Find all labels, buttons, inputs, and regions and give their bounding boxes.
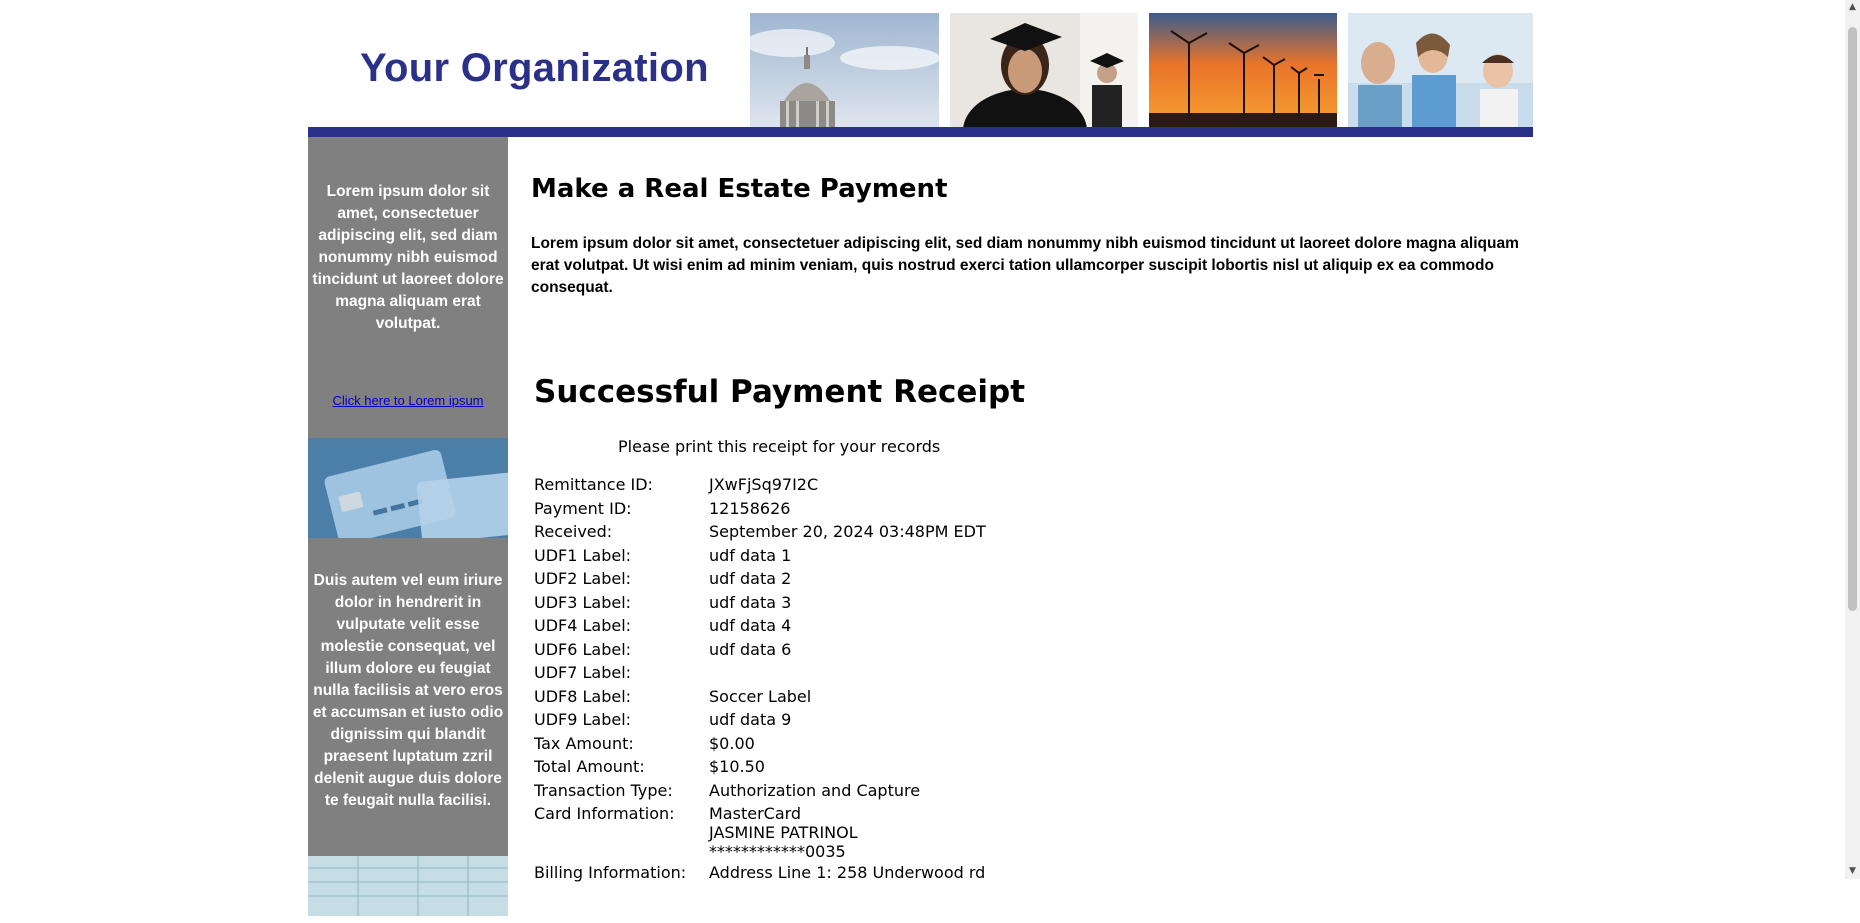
row-label: UDF8 Label:: [534, 686, 632, 706]
card-details: MasterCard JASMINE PATRINOL ************…: [709, 802, 858, 861]
sidebar-link[interactable]: Click here to Lorem ipsum: [308, 390, 508, 412]
receipt-row-udf3: UDF3 Label: udf data 3: [534, 591, 986, 615]
receipt-row-udf6: UDF6 Label: udf data 6: [534, 638, 986, 662]
receipt-row-udf4: UDF4 Label: udf data 4: [534, 614, 986, 638]
receipt-row-udf7: UDF7 Label:: [534, 661, 986, 685]
capitol-dome-photo: [750, 13, 939, 127]
receipt-row-received: Received: September 20, 2024 03:48PM EDT: [534, 520, 986, 544]
card-holder-name: JASMINE PATRINOL: [709, 823, 858, 842]
receipt-title: Successful Payment Receipt: [534, 374, 1026, 410]
row-value: udf data 1: [709, 545, 792, 565]
row-label: UDF7 Label:: [534, 663, 632, 682]
receipt-row-remittance-id: Remittance ID: JXwFjSq97I2C: [534, 473, 986, 497]
row-value: $10.50: [709, 757, 765, 776]
row-label: Total Amount:: [534, 757, 645, 776]
row-value: JXwFjSq97I2C: [709, 475, 819, 494]
sidebar-text-1: Lorem ipsum dolor sit amet, consectetuer…: [312, 183, 504, 332]
left-sidebar: Lorem ipsum dolor sit amet, consectetuer…: [308, 137, 522, 916]
row-value: udf data 2: [709, 569, 792, 588]
receipt-row-tax-amount: Tax Amount: $0.00: [534, 732, 986, 756]
page-container: Your Organization Lorem ipsum dolor sit …: [308, 13, 1533, 916]
org-title: Your Organization: [360, 46, 709, 90]
receipt-row-total-amount: Total Amount: $10.50: [534, 755, 986, 779]
row-label: Billing Information:: [534, 863, 687, 882]
row-label: Remittance ID:: [534, 475, 653, 494]
row-value: Soccer Label: [709, 686, 812, 706]
page-title: Make a Real Estate Payment: [531, 174, 948, 204]
receipt-row-payment-id: Payment ID: 12158626: [534, 497, 986, 521]
row-label: UDF9 Label:: [534, 710, 632, 729]
row-value: September 20, 2024 03:48PM EDT: [709, 522, 986, 541]
receipt-row-udf1: UDF1 Label: udf data 1: [534, 544, 986, 568]
vertical-scrollbar[interactable]: ▲ ▼: [1845, 0, 1860, 879]
graduate-photo: [950, 13, 1138, 127]
row-label: UDF2 Label:: [534, 569, 632, 588]
row-value: 12158626: [709, 498, 791, 518]
card-number-masked: ************0035: [709, 842, 846, 861]
receipt-row-udf8: UDF8 Label: Soccer Label: [534, 685, 986, 709]
scroll-up-arrow-icon[interactable]: ▲: [1845, 0, 1860, 15]
print-note: Please print this receipt for your recor…: [618, 437, 941, 456]
row-value: udf data 6: [709, 639, 792, 659]
row-label: UDF3 Label:: [534, 592, 632, 612]
billing-address-line-1: Address Line 1: 258 Underwood rd: [709, 863, 986, 882]
sidebar-text-2: Duis autem vel eum iriure dolor in hendr…: [312, 572, 504, 809]
row-value: udf data 9: [709, 710, 792, 729]
receipt-row-udf9: UDF9 Label: udf data 9: [534, 708, 986, 732]
receipt-row-billing-information: Billing Information: Address Line 1: 258…: [534, 861, 986, 885]
row-value: $0.00: [709, 733, 755, 753]
receipt-details: Remittance ID: JXwFjSq97I2C Payment ID: 12…: [534, 473, 986, 885]
receipt-row-card-information: Card Information: MasterCard JASMINE PAT…: [534, 802, 986, 861]
row-label: Tax Amount:: [534, 733, 634, 753]
row-value: udf data 3: [709, 592, 792, 612]
row-label: Received:: [534, 522, 613, 541]
scrollbar-thumb[interactable]: [1848, 27, 1857, 611]
credit-cards-image: [308, 438, 522, 545]
row-value: udf data 4: [709, 616, 792, 635]
header-divider-bar: [308, 127, 1533, 137]
receipt-row-udf2: UDF2 Label: udf data 2: [534, 567, 986, 591]
family-doctor-photo: [1348, 13, 1533, 127]
site-header: Your Organization: [308, 13, 1533, 137]
card-type: MasterCard: [709, 804, 802, 823]
receipt-row-transaction-type: Transaction Type: Authorization and Captu…: [534, 779, 986, 803]
row-label: UDF4 Label:: [534, 616, 632, 635]
row-label: UDF6 Label:: [534, 639, 632, 659]
row-label: UDF1 Label:: [534, 545, 632, 565]
row-label: Transaction Type:: [534, 780, 673, 800]
wind-turbines-photo: [1149, 13, 1337, 127]
row-label: Payment ID:: [534, 498, 632, 518]
row-label: Card Information:: [534, 804, 675, 823]
scroll-down-arrow-icon[interactable]: ▼: [1845, 864, 1860, 879]
row-value: Authorization and Capture: [709, 780, 921, 800]
document-image: [308, 856, 508, 916]
intro-paragraph: Lorem ipsum dolor sit amet, consectetuer…: [531, 235, 1519, 296]
